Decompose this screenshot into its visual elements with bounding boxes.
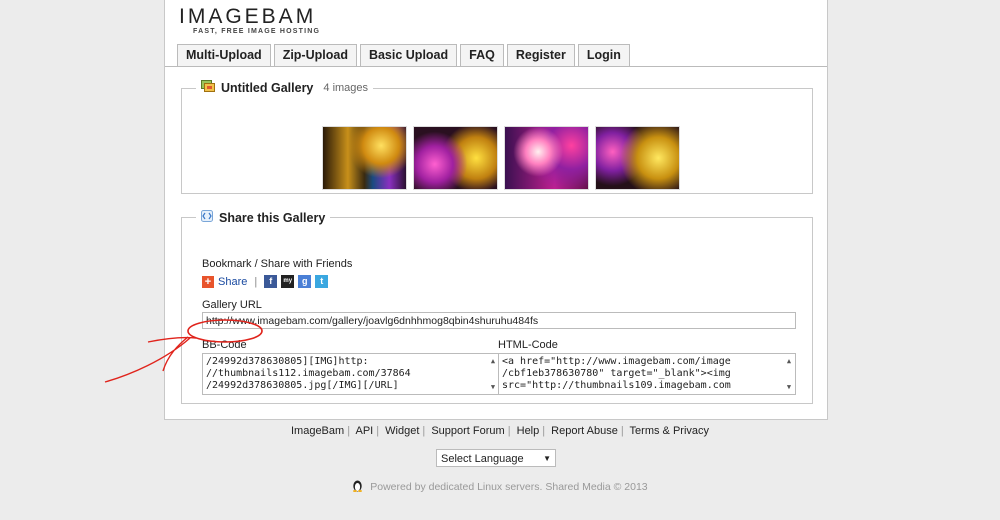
share-link[interactable]: Share [218, 276, 247, 288]
tab-login[interactable]: Login [577, 44, 630, 67]
thumbnail-2[interactable] [413, 126, 498, 190]
footer-link-support-forum[interactable]: Support Forum [431, 425, 504, 437]
logo-title: IMAGEBAM [179, 5, 317, 28]
tab-divider [165, 66, 827, 67]
language-select-value: Select Language [441, 453, 524, 465]
htmlcode-text: <a href="http://www.imagebam.com/image /… [502, 356, 731, 391]
footer-links: ImageBam | API | Widget | Support Forum | He… [290, 425, 710, 437]
gallery-url-label: Gallery URL [202, 299, 262, 311]
bookmark-label: Bookmark / Share with Friends [202, 258, 353, 270]
facebook-icon[interactable]: f [264, 275, 278, 288]
linux-icon [352, 479, 363, 495]
tab-register[interactable]: Register [506, 44, 575, 67]
tab-zip-upload[interactable]: Zip-Upload [273, 44, 357, 67]
bbcode-scrollbar[interactable]: ▲ ▼ [488, 355, 498, 393]
twitter-icon[interactable]: t [315, 275, 329, 288]
language-select[interactable]: Select Language ▼ [436, 449, 556, 467]
bbcode-text: /24992d378630805][IMG]http: //thumbnails… [206, 356, 411, 391]
thumbnail-strip [322, 126, 680, 190]
tab-multi-upload[interactable]: Multi-Upload [177, 44, 271, 67]
nav-tabs: Multi-Upload Zip-Upload Basic Upload FAQ… [177, 44, 630, 67]
footer-link-imagebam[interactable]: ImageBam [291, 425, 344, 437]
scroll-up-icon[interactable]: ▲ [784, 355, 794, 367]
share-separator: | [254, 275, 258, 288]
scroll-down-icon[interactable]: ▼ [488, 381, 498, 393]
myspace-icon[interactable]: my [281, 275, 295, 288]
footer-link-report-abuse[interactable]: Report Abuse [551, 425, 618, 437]
gallery-panel: Untitled Gallery 4 images [181, 80, 813, 194]
thumbnail-1[interactable] [322, 126, 407, 190]
share-legend: Share this Gallery [196, 210, 330, 225]
tab-basic-upload[interactable]: Basic Upload [359, 44, 458, 67]
gallery-title: Untitled Gallery [221, 81, 314, 95]
gallery-url-field[interactable] [202, 312, 796, 329]
thumbnail-3[interactable] [504, 126, 589, 190]
share-bar: + Share | f my g t [202, 275, 329, 288]
image-count: 4 images [323, 82, 369, 94]
footer-link-widget[interactable]: Widget [385, 425, 419, 437]
powered-by: Powered by dedicated Linux servers. Shar… [0, 479, 1000, 495]
thumbnail-4[interactable] [595, 126, 680, 190]
bbcode-textarea[interactable]: /24992d378630805][IMG]http: //thumbnails… [202, 353, 500, 395]
footer-link-terms[interactable]: Terms & Privacy [630, 425, 709, 437]
footer-link-api[interactable]: API [356, 425, 374, 437]
powered-text: Powered by dedicated Linux servers. Shar… [370, 480, 648, 493]
htmlcode-textarea[interactable]: <a href="http://www.imagebam.com/image /… [498, 353, 796, 395]
share-panel: Share this Gallery Bookmark / Share with… [181, 210, 813, 404]
scroll-up-icon[interactable]: ▲ [488, 355, 498, 367]
htmlcode-label: HTML-Code [498, 339, 558, 351]
google-icon[interactable]: g [298, 275, 312, 288]
scroll-down-icon[interactable]: ▼ [784, 381, 794, 393]
share-title: Share this Gallery [219, 210, 326, 225]
share-gallery-icon [201, 210, 213, 225]
main-container: IMAGEBAM FAST, FREE IMAGE HOSTING Multi-… [164, 0, 828, 420]
gallery-icon [201, 80, 215, 96]
htmlcode-scrollbar[interactable]: ▲ ▼ [784, 355, 794, 393]
site-logo[interactable]: IMAGEBAM FAST, FREE IMAGE HOSTING [179, 5, 321, 36]
logo-tagline: FAST, FREE IMAGE HOSTING [193, 28, 321, 35]
tab-faq[interactable]: FAQ [460, 44, 504, 67]
share-plus-icon[interactable]: + [202, 275, 214, 288]
footer-link-help[interactable]: Help [517, 425, 540, 437]
bbcode-label: BB-Code [202, 339, 247, 351]
gallery-legend: Untitled Gallery 4 images [196, 80, 373, 96]
chevron-down-icon: ▼ [543, 454, 551, 463]
